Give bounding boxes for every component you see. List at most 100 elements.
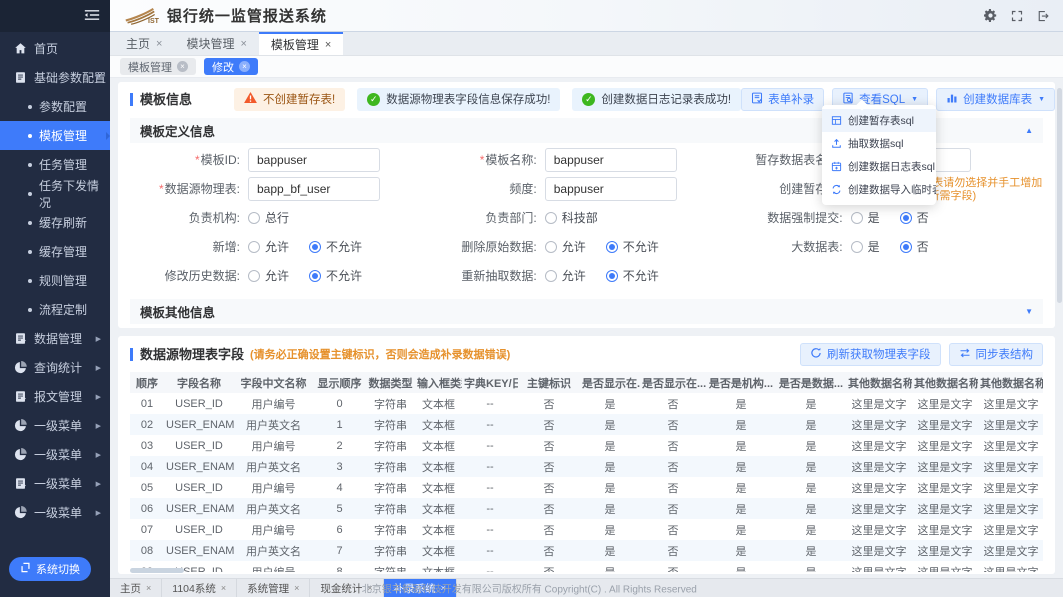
fullscreen-icon[interactable]: [1011, 10, 1023, 22]
close-icon[interactable]: ×: [294, 583, 299, 593]
close-circle-icon[interactable]: ×: [239, 61, 250, 72]
radio-option[interactable]: 否: [900, 206, 929, 230]
sidebar-item-11[interactable]: 查询统计▶: [0, 353, 110, 382]
horizontal-scrollbar[interactable]: [130, 568, 184, 573]
close-circle-icon[interactable]: ×: [177, 61, 188, 72]
radio-icon[interactable]: [545, 212, 557, 224]
sidebar-item-4[interactable]: 任务管理: [0, 150, 110, 179]
top-tab-0[interactable]: 主页×: [114, 32, 174, 55]
radio-icon[interactable]: [248, 212, 260, 224]
form-backfill-button[interactable]: 表单补录: [741, 88, 824, 111]
radio-selected-icon[interactable]: [309, 270, 321, 282]
table-row[interactable]: 04USER_ENAME用户英文名3字符串文本框--否是否是是这里是文字这里是文…: [130, 456, 1043, 477]
radio-option[interactable]: 不允许: [309, 264, 362, 288]
field-input[interactable]: [248, 177, 380, 201]
other-section-header[interactable]: 模板其他信息 ▼: [130, 299, 1043, 324]
table-row[interactable]: 02USER_ENAME用户英文名1字符串文本框--否是否是是这里是文字这里是文…: [130, 414, 1043, 435]
create-data-log-table-sql-item[interactable]: 创建数据日志表sql: [822, 155, 936, 178]
field-input[interactable]: [248, 148, 380, 172]
sidebar-item-8[interactable]: 规则管理: [0, 266, 110, 295]
sidebar-item-10[interactable]: 数据管理▶: [0, 324, 110, 353]
radio-icon[interactable]: [248, 241, 260, 253]
sidebar-collapse-icon[interactable]: [84, 9, 100, 24]
sidebar-item-2[interactable]: 参数配置: [0, 92, 110, 121]
system-switch-button[interactable]: 系统切换: [9, 557, 91, 581]
breadcrumb-chip-1[interactable]: 修改×: [204, 58, 258, 75]
radio-selected-icon[interactable]: [900, 212, 912, 224]
breadcrumb-chip-0[interactable]: 模板管理×: [120, 58, 196, 75]
extract-data-sql-item[interactable]: 抽取数据sql: [822, 132, 936, 155]
radio-selected-icon[interactable]: [606, 241, 618, 253]
radio-icon[interactable]: [248, 270, 260, 282]
sidebar-item-0[interactable]: 首页: [0, 34, 110, 63]
radio-option[interactable]: 否: [900, 235, 929, 259]
table-row[interactable]: 09USER_ID用户编号8字符串文本框--否是否是是这里是文字这里是文字这里是…: [130, 561, 1043, 572]
radio-icon[interactable]: [851, 241, 863, 253]
table-row[interactable]: 03USER_ID用户编号2字符串文本框--否是否是是这里是文字这里是文字这里是…: [130, 435, 1043, 456]
bottom-tab-sysadmin[interactable]: 系统管理×: [237, 579, 310, 597]
collapse-down-icon[interactable]: ▼: [1025, 307, 1033, 316]
doc-icon: [13, 477, 27, 490]
close-icon[interactable]: ×: [156, 38, 162, 50]
radio-option[interactable]: 允许: [248, 264, 289, 288]
sidebar-item-6[interactable]: 缓存刷新: [0, 208, 110, 237]
sidebar-item-1[interactable]: 基础参数配置▼: [0, 63, 110, 92]
sidebar-item-3[interactable]: 模板管理: [0, 121, 110, 150]
sidebar-item-14[interactable]: 一级菜单▶: [0, 440, 110, 469]
sidebar-item-7[interactable]: 缓存管理: [0, 237, 110, 266]
radio-option[interactable]: 不允许: [309, 235, 362, 259]
field-input[interactable]: [545, 177, 677, 201]
radio-selected-icon[interactable]: [606, 270, 618, 282]
radio-option[interactable]: 允许: [545, 235, 586, 259]
radio-option[interactable]: 科技部: [545, 206, 598, 230]
radio-selected-icon[interactable]: [309, 241, 321, 253]
logout-icon[interactable]: [1037, 10, 1049, 22]
close-icon[interactable]: ×: [221, 583, 226, 593]
create-db-table-button[interactable]: 创建数据库表▼: [936, 88, 1055, 111]
create-import-temp-table-sql-item[interactable]: 创建数据导入临时表sql: [822, 178, 936, 201]
sidebar-item-5[interactable]: 任务下发情况: [0, 179, 110, 208]
sidebar-item-label: 模板管理: [39, 127, 87, 144]
top-tab-1[interactable]: 模块管理×: [174, 32, 258, 55]
top-tab-2[interactable]: 模板管理×: [259, 32, 343, 55]
sync-table-structure-button[interactable]: 同步表结构: [949, 343, 1044, 366]
radio-icon[interactable]: [545, 241, 557, 253]
radio-option[interactable]: 不允许: [606, 235, 659, 259]
cell: 否: [640, 561, 706, 572]
field-input[interactable]: [545, 148, 677, 172]
refresh-physical-fields-button[interactable]: 刷新获取物理表字段: [800, 343, 941, 366]
radio-option[interactable]: 允许: [545, 264, 586, 288]
table-row[interactable]: 07USER_ID用户编号6字符串文本框--否是否是是这里是文字这里是文字这里是…: [130, 519, 1043, 540]
sidebar-item-13[interactable]: 一级菜单▶: [0, 411, 110, 440]
close-icon[interactable]: ×: [240, 38, 246, 50]
gear-icon[interactable]: [984, 9, 997, 22]
sidebar-item-12[interactable]: 报文管理▶: [0, 382, 110, 411]
table-row[interactable]: 06USER_ENAME用户英文名5字符串文本框--否是否是是这里是文字这里是文…: [130, 498, 1043, 519]
table-row[interactable]: 05USER_ID用户编号4字符串文本框--否是否是是这里是文字这里是文字这里是…: [130, 477, 1043, 498]
cell: USER_ID: [164, 477, 234, 498]
radio-option[interactable]: 是: [851, 206, 880, 230]
close-icon[interactable]: ×: [146, 583, 151, 593]
radio-option[interactable]: 允许: [248, 235, 289, 259]
sidebar-item-15[interactable]: 一级菜单▶: [0, 469, 110, 498]
table-row[interactable]: 08USER_ENAME用户英文名7字符串文本框--否是否是是这里是文字这里是文…: [130, 540, 1043, 561]
radio-option[interactable]: 是: [851, 235, 880, 259]
collapse-up-icon[interactable]: ▲: [1025, 126, 1033, 135]
sidebar-item-16[interactable]: 一级菜单▶: [0, 498, 110, 527]
radio-icon[interactable]: [545, 270, 557, 282]
create-staging-table-sql-item[interactable]: 创建暂存表sql: [822, 109, 936, 132]
vertical-scrollbar[interactable]: [1057, 88, 1062, 303]
bottom-tab-1104[interactable]: 1104系统×: [162, 579, 237, 597]
radio-selected-icon[interactable]: [900, 241, 912, 253]
sidebar-item-9[interactable]: 流程定制: [0, 295, 110, 324]
cell: 字符串: [366, 477, 415, 498]
radio-option[interactable]: 不允许: [606, 264, 659, 288]
table-row[interactable]: 01USER_ID用户编号0字符串文本框--否是否是是这里是文字这里是文字这里是…: [130, 393, 1043, 414]
cell: 是: [776, 456, 846, 477]
radio-option[interactable]: 总行: [248, 206, 289, 230]
radio-icon[interactable]: [851, 212, 863, 224]
bottom-tab-home[interactable]: 主页×: [110, 579, 162, 597]
cell: 是: [776, 393, 846, 414]
cell: --: [462, 561, 518, 572]
close-icon[interactable]: ×: [325, 39, 331, 51]
